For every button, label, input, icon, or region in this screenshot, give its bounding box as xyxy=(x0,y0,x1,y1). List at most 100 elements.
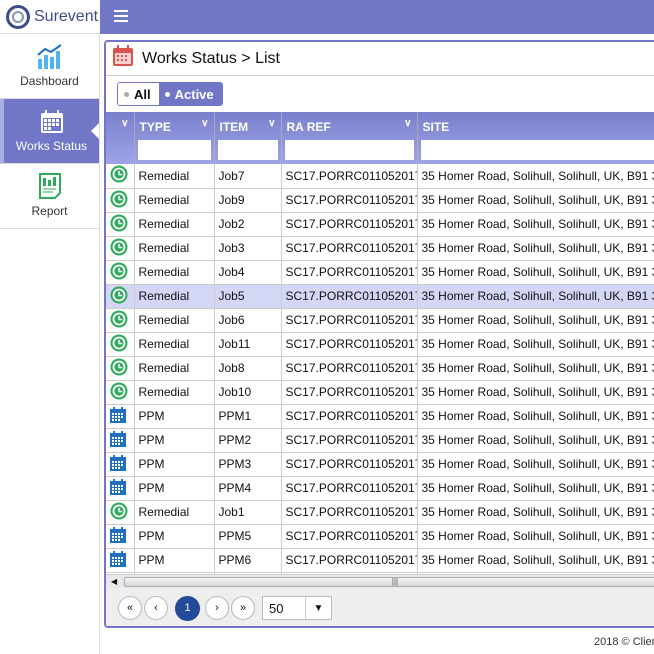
cell-site: 35 Homer Road, Solihull, Solihull, UK, B… xyxy=(417,188,654,213)
sidebar-item-dashboard[interactable]: Dashboard xyxy=(0,34,99,99)
works-status-panel: Works Status > List All Active ∨ TYPE ∨ I… xyxy=(104,40,654,628)
cell-item: PPM4 xyxy=(214,476,282,501)
remedial-clock-icon xyxy=(106,500,135,525)
first-page-button[interactable]: « xyxy=(118,596,142,620)
column-header-site[interactable]: SITE xyxy=(417,112,654,164)
cell-item: Job1 xyxy=(214,500,282,525)
report-icon xyxy=(38,172,61,199)
table-row[interactable]: PPM PPM5 SC17.PORRC011052017 35 Homer Road,… xyxy=(106,524,654,549)
table-row[interactable]: Remedial Job1 SC17.PORRC011052017 35 Homer … xyxy=(106,500,654,525)
next-page-button[interactable]: › xyxy=(205,596,229,620)
remedial-clock-icon xyxy=(106,308,135,333)
ppm-calendar-icon xyxy=(106,548,135,573)
prev-page-button[interactable]: ‹ xyxy=(144,596,168,620)
remedial-clock-icon xyxy=(106,212,135,237)
sidebar: Dashboard Works Status Report xyxy=(0,34,100,654)
hamburger-icon[interactable] xyxy=(114,10,128,22)
scroll-left-icon[interactable]: ◀ xyxy=(111,577,117,586)
cell-site: 35 Homer Road, Solihull, Solihull, UK, B… xyxy=(417,524,654,549)
column-label: RA REF xyxy=(286,120,331,134)
panel-header: Works Status > List xyxy=(106,42,654,76)
table-row[interactable]: Remedial Job11 SC17.PORRC011052017 35 Homer… xyxy=(106,332,654,357)
logo[interactable]: Surevent xyxy=(0,0,100,34)
cell-ref: SC17.PORRC011052017 xyxy=(281,380,418,405)
cell-type: Remedial xyxy=(134,212,215,237)
cell-item: Job7 xyxy=(214,164,282,189)
column-header-icon[interactable]: ∨ xyxy=(106,112,135,164)
cell-ref: SC17.PORRC011052017 xyxy=(281,500,418,525)
remedial-clock-icon xyxy=(106,260,135,285)
table-row[interactable]: Remedial Job4 SC17.PORRC011052017 35 Homer … xyxy=(106,260,654,285)
sidebar-item-works-status[interactable]: Works Status xyxy=(0,99,99,164)
table-row[interactable]: Remedial Job9 SC17.PORRC011052017 35 Homer … xyxy=(106,188,654,213)
ppm-calendar-icon xyxy=(106,524,135,549)
cell-item: PPM5 xyxy=(214,524,282,549)
table-row[interactable]: Remedial Job6 SC17.PORRC011052017 35 Homer … xyxy=(106,308,654,333)
table-row[interactable]: Remedial Job5 SC17.PORRC011052017 35 Homer … xyxy=(106,284,654,309)
status-filter: All Active xyxy=(106,76,654,112)
cell-ref: SC17.PORRC011052017 xyxy=(281,404,418,429)
cell-type: PPM xyxy=(134,404,215,429)
cell-ref: SC17.PORRC011052017 xyxy=(281,188,418,213)
page-1-button[interactable]: 1 xyxy=(175,595,200,621)
cell-type: Remedial xyxy=(134,356,215,381)
table-row[interactable]: Remedial Job3 SC17.PORRC011052017 35 Homer … xyxy=(106,236,654,261)
works-table: ∨ TYPE ∨ ITEM ∨ RA REF ∨ SITE Remedial Job7 S… xyxy=(106,112,654,597)
table-row[interactable]: Remedial Job7 SC17.PORRC011052017 35 Homer … xyxy=(106,164,654,189)
chevron-down-icon[interactable]: ∨ xyxy=(404,118,411,129)
cell-ref: SC17.PORRC011052017 xyxy=(281,356,418,381)
filter-active-label: Active xyxy=(174,86,214,102)
sidebar-item-report[interactable]: Report xyxy=(0,164,99,229)
cell-type: Remedial xyxy=(134,236,215,261)
site-filter-input[interactable] xyxy=(420,140,654,160)
table-row[interactable]: PPM PPM3 SC17.PORRC011052017 35 Homer Road,… xyxy=(106,452,654,477)
filter-all-button[interactable]: All xyxy=(118,83,159,105)
chevron-down-icon[interactable]: ∨ xyxy=(121,118,128,129)
cell-type: Remedial xyxy=(134,308,215,333)
cell-site: 35 Homer Road, Solihull, Solihull, UK, B… xyxy=(417,260,654,285)
table-row[interactable]: Remedial Job8 SC17.PORRC011052017 35 Homer … xyxy=(106,356,654,381)
table-row[interactable]: PPM PPM2 SC17.PORRC011052017 35 Homer Road,… xyxy=(106,428,654,453)
cell-type: Remedial xyxy=(134,500,215,525)
chevron-down-icon[interactable]: ∨ xyxy=(268,118,275,129)
remedial-clock-icon xyxy=(106,164,135,189)
ppm-calendar-icon xyxy=(106,452,135,477)
remedial-clock-icon xyxy=(106,332,135,357)
table-row[interactable]: PPM PPM1 SC17.PORRC011052017 35 Homer Road,… xyxy=(106,404,654,429)
cell-type: Remedial xyxy=(134,260,215,285)
scrollbar-thumb[interactable]: ||| xyxy=(124,577,654,587)
type-filter-input[interactable] xyxy=(137,140,211,160)
calendar-icon xyxy=(112,45,134,72)
sidebar-item-label: Works Status xyxy=(15,138,88,153)
table-row[interactable]: PPM PPM6 SC17.PORRC011052017 35 Homer Road,… xyxy=(106,548,654,573)
cell-ref: SC17.PORRC011052017 xyxy=(281,236,418,261)
ra-ref-filter-input[interactable] xyxy=(284,140,414,160)
filter-active-button[interactable]: Active xyxy=(158,83,222,105)
column-header-ra-ref[interactable]: RA REF ∨ xyxy=(281,112,418,164)
table-row[interactable]: PPM PPM4 SC17.PORRC011052017 35 Homer Road,… xyxy=(106,476,654,501)
chevron-down-icon[interactable]: ∨ xyxy=(201,118,208,129)
horizontal-scrollbar[interactable]: ◀ ||| xyxy=(106,574,654,588)
item-filter-input[interactable] xyxy=(217,140,278,160)
page-size-select[interactable]: 50 ▼ xyxy=(262,596,332,620)
cell-item: PPM3 xyxy=(214,452,282,477)
column-header-item[interactable]: ITEM ∨ xyxy=(214,112,282,164)
remedial-clock-icon xyxy=(106,380,135,405)
cell-type: PPM xyxy=(134,452,215,477)
cell-site: 35 Homer Road, Solihull, Solihull, UK, B… xyxy=(417,428,654,453)
column-header-type[interactable]: TYPE ∨ xyxy=(134,112,215,164)
sidebar-item-label: Report xyxy=(31,203,68,218)
table-row[interactable]: Remedial Job2 SC17.PORRC011052017 35 Homer … xyxy=(106,212,654,237)
cell-site: 35 Homer Road, Solihull, Solihull, UK, B… xyxy=(417,236,654,261)
table-row[interactable]: Remedial Job10 SC17.PORRC011052017 35 Homer… xyxy=(106,380,654,405)
cell-item: Job3 xyxy=(214,236,282,261)
chart-icon xyxy=(36,43,64,69)
last-page-button[interactable]: » xyxy=(231,596,255,620)
cell-site: 35 Homer Road, Solihull, Solihull, UK, B… xyxy=(417,500,654,525)
cell-type: PPM xyxy=(134,524,215,549)
remedial-clock-icon xyxy=(106,356,135,381)
cell-ref: SC17.PORRC011052017 xyxy=(281,548,418,573)
remedial-clock-icon xyxy=(106,236,135,261)
cell-item: PPM2 xyxy=(214,428,282,453)
caret-down-icon[interactable]: ▼ xyxy=(305,597,331,619)
